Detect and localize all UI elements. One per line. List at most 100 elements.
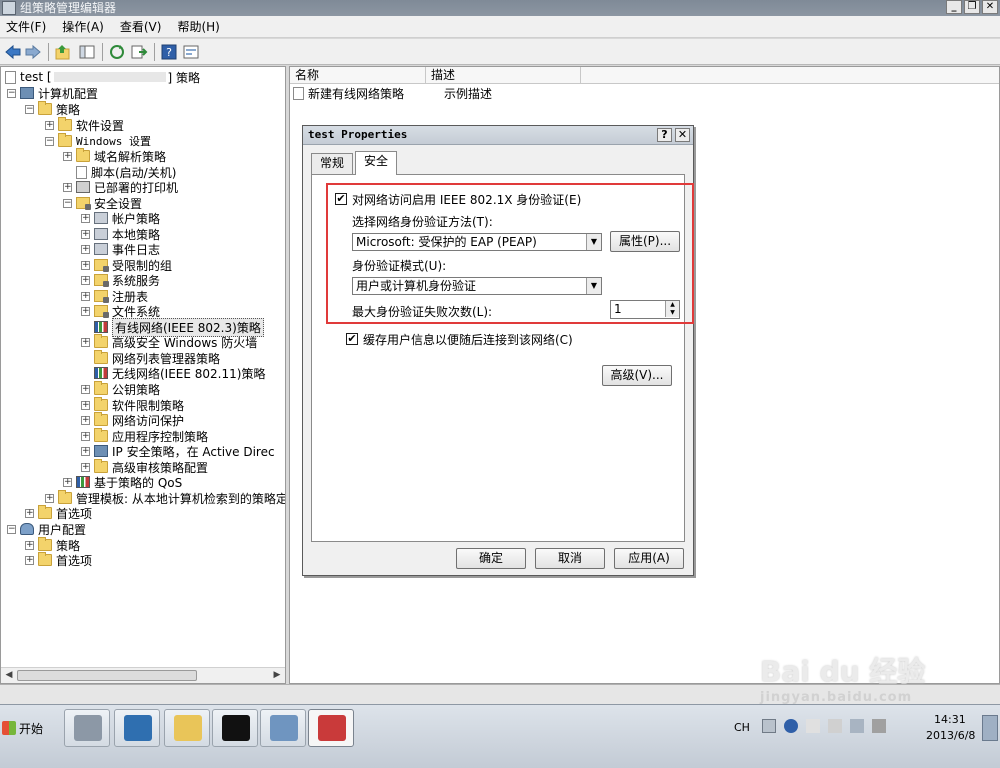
network-tray-icon[interactable] [850, 719, 864, 733]
column-header-name[interactable]: 名称 [290, 67, 426, 84]
back-icon[interactable] [4, 43, 22, 61]
collapse-icon[interactable]: − [45, 136, 54, 146]
expand-icon[interactable]: + [81, 244, 90, 254]
menu-help[interactable]: 帮助(H) [177, 18, 219, 35]
max-failures-spinner[interactable]: 1 ▲ ▼ [610, 300, 680, 319]
expand-icon[interactable]: + [81, 384, 90, 394]
tree-item-deployed-printers[interactable]: + 已部署的打印机 [63, 179, 178, 195]
auth-mode-select[interactable]: 用户或计算机身份验证 ▼ [352, 277, 602, 295]
expand-icon[interactable]: + [45, 120, 54, 130]
expand-icon[interactable]: + [81, 337, 90, 347]
tree-item-software-settings[interactable]: + 软件设置 [45, 117, 124, 133]
expand-icon[interactable]: + [81, 400, 90, 410]
expand-icon[interactable]: + [63, 182, 72, 192]
expand-icon[interactable]: + [81, 446, 90, 456]
expand-icon[interactable]: + [25, 555, 34, 565]
expand-icon[interactable]: + [63, 477, 72, 487]
tree-item-nap[interactable]: + 网络访问保护 [81, 412, 184, 428]
tree-root[interactable]: test [ ] 策略 [5, 69, 200, 85]
tree-item-system-services[interactable]: + 系统服务 [81, 272, 160, 288]
close-button[interactable]: ✕ [982, 0, 998, 14]
tree-item-account-policies[interactable]: + 帐户策略 [81, 210, 160, 226]
tree-item-event-log[interactable]: + 事件日志 [81, 241, 160, 257]
tree-item-user-preferences[interactable]: + 首选项 [25, 552, 92, 568]
volume-icon[interactable] [872, 719, 886, 733]
expand-icon[interactable]: + [81, 213, 90, 223]
help-icon[interactable] [784, 719, 798, 733]
keyboard-icon[interactable] [762, 719, 776, 733]
clock-date[interactable]: 2013/6/8 [926, 729, 975, 742]
menu-view[interactable]: 查看(V) [120, 18, 162, 35]
tree-item-computer-config[interactable]: − 计算机配置 [7, 85, 98, 101]
menu-file[interactable]: 文件(F) [6, 18, 46, 35]
tree-item-preferences[interactable]: + 首选项 [25, 505, 92, 521]
auth-method-select[interactable]: Microsoft: 受保护的 EAP (PEAP) ▼ [352, 233, 602, 251]
collapse-icon[interactable]: − [7, 524, 16, 534]
expand-icon[interactable]: + [81, 229, 90, 239]
cancel-button[interactable]: 取消 [535, 548, 605, 569]
up-icon[interactable] [54, 43, 72, 61]
tree-item-advanced-firewall[interactable]: + 高级安全 Windows 防火墙 [81, 334, 257, 350]
expand-icon[interactable]: + [81, 462, 90, 472]
enable-8021x-checkbox[interactable]: ✔ [335, 193, 347, 205]
tree-item-name-resolution[interactable]: + 域名解析策略 [63, 148, 166, 164]
tree-item-wireless-network[interactable]: 无线网络(IEEE 802.11)策略 [81, 365, 265, 381]
taskbar-cmd[interactable] [212, 709, 258, 747]
show-hide-tree-icon[interactable] [78, 43, 96, 61]
taskbar-network[interactable] [260, 709, 306, 747]
expand-icon[interactable]: + [81, 306, 90, 316]
expand-icon[interactable]: + [81, 431, 90, 441]
expand-icon[interactable]: + [81, 275, 90, 285]
refresh-icon[interactable] [108, 43, 126, 61]
show-desktop-button[interactable] [982, 715, 998, 741]
properties-button[interactable]: 属性(P)... [610, 231, 680, 252]
expand-icon[interactable]: + [81, 415, 90, 425]
collapse-icon[interactable]: − [63, 198, 72, 208]
tree-item-public-key[interactable]: + 公钥策略 [81, 381, 160, 397]
tree-item-qos[interactable]: + 基于策略的 QoS [63, 474, 182, 490]
taskbar-server-manager[interactable] [64, 709, 110, 747]
dialog-title-bar[interactable]: test Properties ? ✕ [303, 126, 693, 145]
list-item[interactable]: 新建有线网络策略 示例描述 [293, 85, 492, 101]
expand-icon[interactable]: + [81, 291, 90, 301]
chevron-up-icon[interactable] [806, 719, 820, 733]
restore-button[interactable]: ❐ [964, 0, 980, 14]
language-indicator[interactable]: CH [734, 721, 750, 734]
expand-icon[interactable]: + [63, 151, 72, 161]
collapse-icon[interactable]: − [25, 104, 34, 114]
tree-item-policies[interactable]: − 策略 [25, 101, 80, 117]
tab-general[interactable]: 常规 [311, 153, 354, 174]
column-header-description[interactable]: 描述 [426, 67, 581, 84]
spin-up-icon[interactable]: ▲ [665, 301, 679, 309]
taskbar-explorer[interactable] [164, 709, 210, 747]
taskbar-powershell[interactable] [114, 709, 160, 747]
expand-icon[interactable]: + [45, 493, 54, 503]
tab-security[interactable]: 安全 [355, 151, 398, 175]
expand-icon[interactable]: + [25, 540, 34, 550]
tree-horizontal-scrollbar[interactable]: ◀ ▶ [1, 667, 285, 683]
scroll-right-icon[interactable]: ▶ [270, 669, 284, 682]
flag-icon[interactable] [828, 719, 842, 733]
minimize-button[interactable]: _ [946, 0, 962, 14]
taskbar-gpo-editor[interactable] [308, 709, 354, 747]
advanced-button[interactable]: 高级(V)... [602, 365, 672, 386]
dialog-help-button[interactable]: ? [657, 128, 672, 142]
clock-time[interactable]: 14:31 [934, 713, 966, 726]
properties-icon[interactable] [182, 43, 200, 61]
collapse-icon[interactable]: − [7, 88, 16, 98]
tree-item-user-config[interactable]: − 用户配置 [7, 521, 86, 537]
dialog-close-button[interactable]: ✕ [675, 128, 690, 142]
menu-action[interactable]: 操作(A) [62, 18, 104, 35]
help-icon[interactable]: ? [160, 43, 178, 61]
export-icon[interactable] [130, 43, 148, 61]
scroll-thumb[interactable] [17, 670, 197, 681]
expand-icon[interactable]: + [25, 508, 34, 518]
scroll-left-icon[interactable]: ◀ [2, 669, 16, 682]
apply-button[interactable]: 应用(A) [614, 548, 684, 569]
ok-button[interactable]: 确定 [456, 548, 526, 569]
tree-item-ipsec[interactable]: + IP 安全策略，在 Active Direc [81, 443, 275, 459]
start-button[interactable]: 开始 [2, 713, 48, 743]
expand-icon[interactable]: + [81, 260, 90, 270]
cache-user-info-checkbox[interactable]: ✔ [346, 333, 358, 345]
spin-down-icon[interactable]: ▼ [665, 309, 679, 317]
